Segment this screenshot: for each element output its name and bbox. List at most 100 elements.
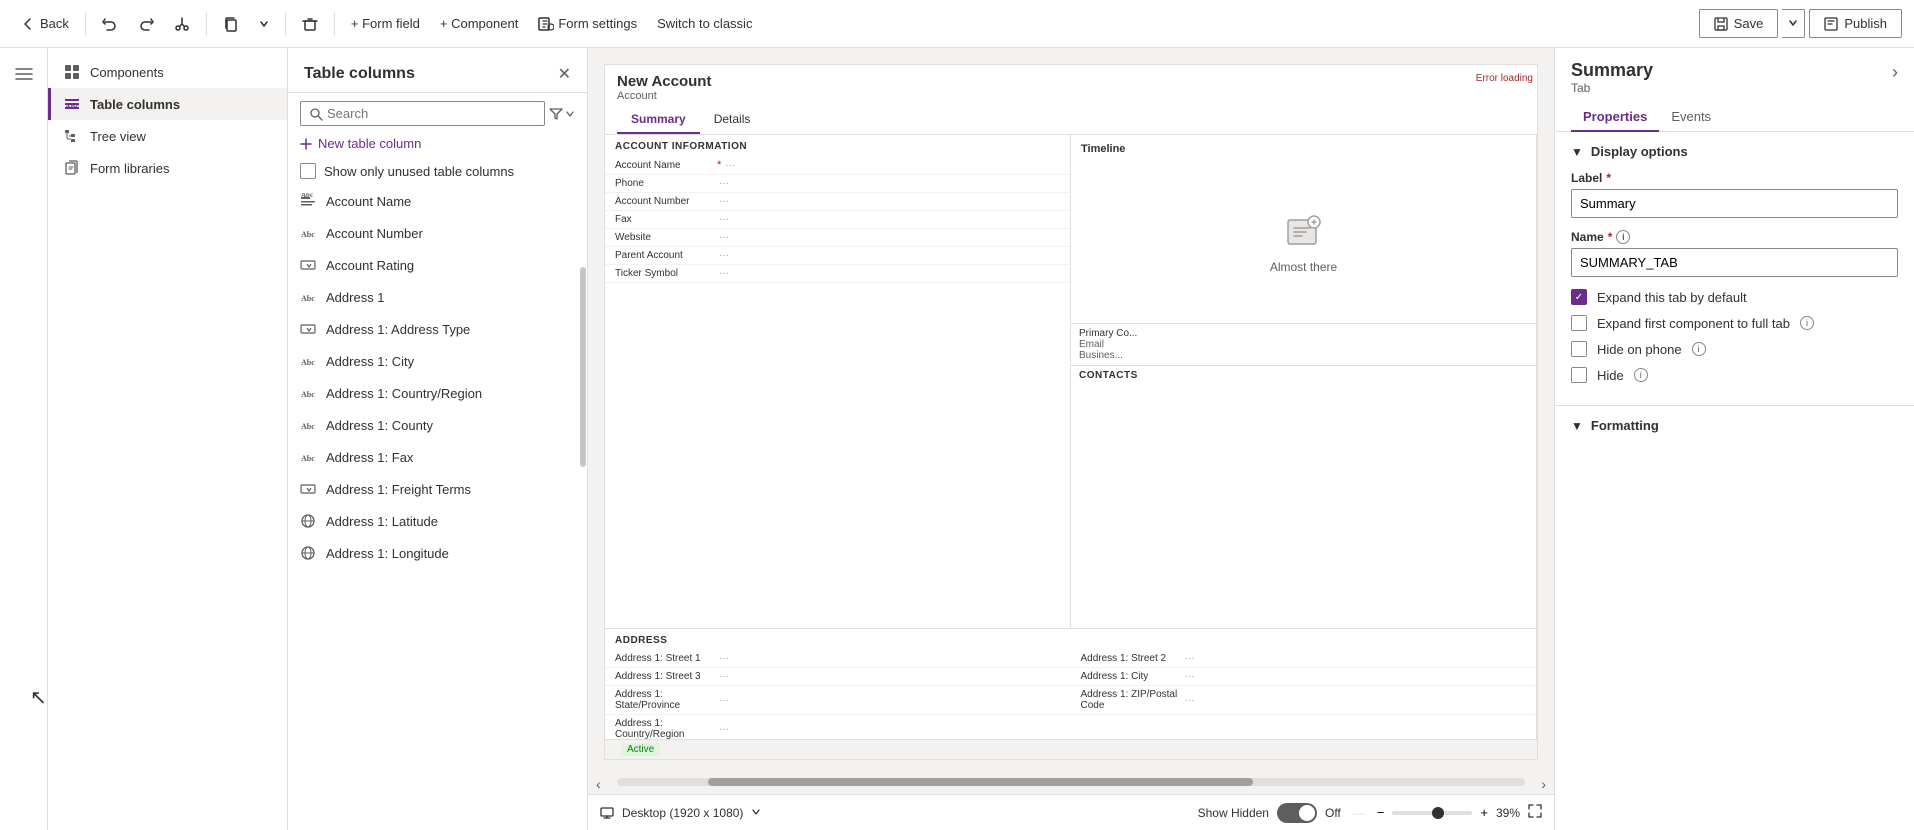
scrollbar-track[interactable] <box>579 185 587 830</box>
undo-button[interactable] <box>94 10 126 38</box>
paste-dropdown-button[interactable] <box>251 13 277 35</box>
back-label: Back <box>40 16 69 31</box>
toggle-state-label: Off <box>1325 806 1341 820</box>
h-scrollbar-thumb[interactable] <box>708 778 1253 786</box>
sidebar-item-components[interactable]: Components <box>48 56 287 88</box>
bottom-bar: Desktop (1920 x 1080) Show Hidden Off — … <box>588 794 1554 830</box>
right-panel: Summary Tab › Properties Events ▼ Displa… <box>1554 48 1914 830</box>
components-label: Components <box>90 65 164 80</box>
list-item[interactable]: Account Rating <box>288 249 579 281</box>
text-field-icon4: Abc <box>300 353 316 369</box>
form-field-button[interactable]: + Form field <box>343 10 428 37</box>
label-input[interactable] <box>1571 189 1898 218</box>
checkbox-hide-phone: Hide on phone i <box>1571 341 1898 357</box>
expand-tab-checkbox[interactable]: ✓ <box>1571 289 1587 305</box>
list-item[interactable]: Abc Address 1: County <box>288 409 579 441</box>
switch-classic-button[interactable]: Switch to classic <box>649 10 760 37</box>
zoom-out-button[interactable]: − <box>1377 805 1385 820</box>
scroll-right-button[interactable]: › <box>1541 776 1546 792</box>
component-button[interactable]: + Component <box>432 10 526 37</box>
form-field-ticker: Ticker Symbol ··· <box>605 265 1070 283</box>
preview-status-bar: Active <box>605 739 1537 759</box>
name-info-icon[interactable]: i <box>1616 230 1630 244</box>
search-input[interactable] <box>327 106 536 121</box>
panel-close-button[interactable]: ✕ <box>558 64 571 84</box>
hide-phone-checkbox[interactable] <box>1571 341 1587 357</box>
expand-first-info-icon[interactable]: i <box>1800 316 1814 330</box>
expand-first-checkbox[interactable] <box>1571 315 1587 331</box>
desktop-icon <box>600 806 614 820</box>
components-icon <box>64 64 80 80</box>
sidebar-item-form-libraries[interactable]: Form libraries <box>48 152 287 184</box>
new-table-column-button[interactable]: New table column <box>288 130 587 157</box>
publish-button[interactable]: Publish <box>1809 9 1902 38</box>
delete-button[interactable] <box>294 10 326 38</box>
contacts-bar: CONTACTS <box>1071 365 1536 385</box>
scrollbar-thumb[interactable] <box>580 267 586 467</box>
filter-button[interactable] <box>549 107 575 121</box>
sidebar-item-table-columns[interactable]: Abc Table columns <box>48 88 287 120</box>
list-item[interactable]: Abc Address 1: Fax <box>288 441 579 473</box>
form-field-website: Website ··· <box>605 229 1070 247</box>
form-left: ACCOUNT INFORMATION Account Name * ··· P… <box>605 135 1537 760</box>
display-options-header[interactable]: ▼ Display options <box>1571 144 1898 159</box>
save-icon <box>1714 17 1728 31</box>
label-field-label: Label * <box>1571 171 1898 185</box>
redo-button[interactable] <box>130 10 162 38</box>
paste-button[interactable] <box>215 10 247 38</box>
back-button[interactable]: Back <box>12 10 77 38</box>
primary-contact-label: Primary Co... <box>1079 328 1528 339</box>
list-item[interactable]: Address 1: Longitude <box>288 537 579 569</box>
rp-tab-events[interactable]: Events <box>1659 103 1723 132</box>
col-list: Abc Account Name Abc Account Number Acco… <box>288 185 579 830</box>
save-dropdown-button[interactable] <box>1782 9 1805 38</box>
save-label: Save <box>1734 16 1764 31</box>
scroll-left-button[interactable]: ‹ <box>596 776 601 792</box>
fit-to-screen-button[interactable] <box>1528 804 1542 821</box>
save-button[interactable]: Save <box>1699 9 1779 38</box>
list-item[interactable]: Address 1: Address Type <box>288 313 579 345</box>
switch-classic-label: Switch to classic <box>657 16 752 31</box>
show-hidden-toggle[interactable] <box>1277 803 1317 823</box>
name-input[interactable] <box>1571 248 1898 277</box>
zoom-slider[interactable] <box>1392 811 1472 815</box>
rp-next-button[interactable]: › <box>1892 60 1898 83</box>
list-item[interactable]: Address 1: Freight Terms <box>288 473 579 505</box>
desktop-chevron-icon <box>751 807 761 817</box>
left-nav-list: Components Abc Table columns Tree view F… <box>48 48 287 192</box>
svg-text:Abc: Abc <box>301 358 315 367</box>
expand-tab-label: Expand this tab by default <box>1597 290 1747 305</box>
list-item[interactable]: Abc Address 1: Country/Region <box>288 377 579 409</box>
cut-button[interactable] <box>166 10 198 38</box>
hide-checkbox[interactable] <box>1571 367 1587 383</box>
list-item[interactable]: Abc Account Number <box>288 217 579 249</box>
show-unused-checkbox[interactable] <box>300 163 316 179</box>
name-field: Name * i <box>1571 230 1898 277</box>
rp-tab-properties[interactable]: Properties <box>1571 103 1659 132</box>
form-settings-button[interactable]: Form settings <box>530 10 645 38</box>
rp-title: Summary <box>1571 60 1653 81</box>
address-header: ADDRESS <box>605 629 1536 650</box>
formatting-header[interactable]: ▼ Formatting <box>1571 418 1898 433</box>
form-tab-details[interactable]: Details <box>700 106 765 134</box>
list-item[interactable]: Abc Address 1 <box>288 281 579 313</box>
svg-text:Abc: Abc <box>301 193 313 199</box>
sidebar-item-tree-view[interactable]: Tree view <box>48 120 287 152</box>
list-item[interactable]: Abc Account Name <box>288 185 579 217</box>
h-scrollbar[interactable] <box>617 778 1526 786</box>
timeline-label: Timeline <box>1071 135 1536 163</box>
globe-icon2 <box>300 545 316 561</box>
desktop-dropdown-button[interactable] <box>751 805 761 820</box>
list-item[interactable]: Address 1: Latitude <box>288 505 579 537</box>
zoom-in-button[interactable]: + <box>1480 805 1488 820</box>
table-columns-panel: Table columns ✕ New table column Show on… <box>288 48 588 830</box>
list-item[interactable]: Abc Address 1: City <box>288 345 579 377</box>
hamburger-button[interactable] <box>6 56 42 92</box>
text-field-icon3: Abc <box>300 289 316 305</box>
hide-phone-info-icon[interactable]: i <box>1692 342 1706 356</box>
delete-icon <box>302 16 318 32</box>
timeline-section: Timeline Almost there <box>1071 135 1536 628</box>
form-tab-summary[interactable]: Summary <box>617 106 700 134</box>
hide-info-icon[interactable]: i <box>1634 368 1648 382</box>
toolbar-separator-2 <box>206 12 207 36</box>
